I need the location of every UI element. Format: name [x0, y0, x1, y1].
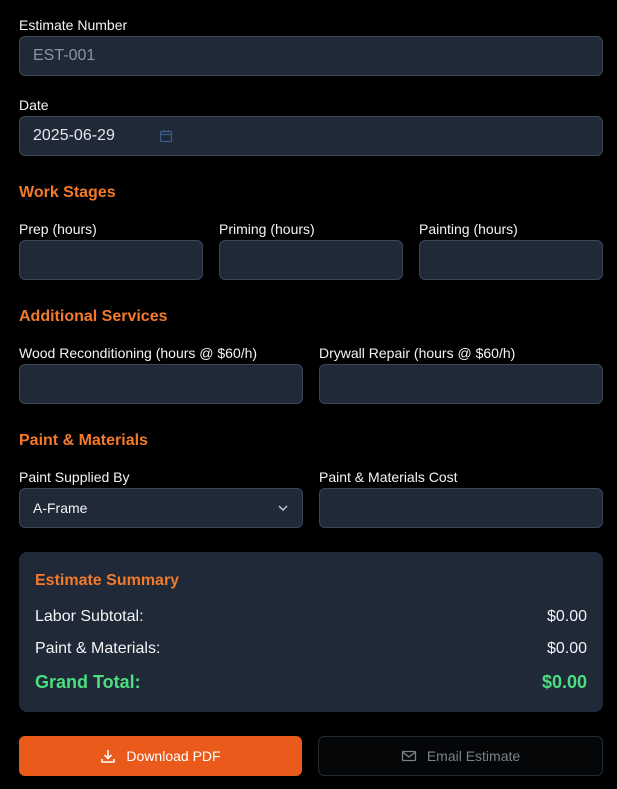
- estimate-summary-panel: Estimate Summary Labor Subtotal: $0.00 P…: [19, 552, 603, 712]
- estimate-number-input[interactable]: [19, 36, 603, 76]
- drywall-repair-input[interactable]: [319, 364, 603, 404]
- additional-services-title: Additional Services: [19, 308, 168, 325]
- download-pdf-button[interactable]: Download PDF: [19, 736, 302, 776]
- mail-icon: [401, 750, 416, 762]
- estimate-number-label: Estimate Number: [19, 17, 128, 33]
- paint-materials-cost-label: Paint & Materials Cost: [319, 469, 458, 485]
- painting-hours-input[interactable]: [419, 240, 603, 280]
- wood-reconditioning-input[interactable]: [19, 364, 303, 404]
- date-field[interactable]: [19, 116, 603, 156]
- email-estimate-button[interactable]: Email Estimate: [318, 736, 603, 776]
- paint-materials-row: Paint & Materials: $0.00: [35, 640, 587, 658]
- date-label: Date: [19, 97, 49, 113]
- labor-subtotal-value: $0.00: [546, 608, 587, 625]
- paint-materials-summary-value: $0.00: [546, 640, 587, 657]
- paint-supplied-by-value: A-Frame: [33, 500, 88, 516]
- drywall-repair-label: Drywall Repair (hours @ $60/h): [319, 345, 516, 361]
- priming-hours-input[interactable]: [219, 240, 403, 280]
- download-icon: [101, 750, 116, 763]
- prep-hours-input[interactable]: [19, 240, 203, 280]
- paint-materials-summary-label: Paint & Materials:: [35, 640, 161, 657]
- wood-reconditioning-label: Wood Reconditioning (hours @ $60/h): [19, 345, 258, 361]
- grand-total-value: $0.00: [541, 672, 587, 692]
- estimate-form: Estimate Number Date Work Stages Prep (h…: [0, 0, 617, 789]
- paint-materials-cost-input[interactable]: [319, 488, 603, 528]
- email-estimate-label: Email Estimate: [426, 748, 521, 764]
- labor-subtotal-row: Labor Subtotal: $0.00: [35, 608, 587, 626]
- priming-hours-label: Priming (hours): [219, 221, 315, 237]
- labor-subtotal-label: Labor Subtotal:: [35, 608, 144, 625]
- calendar-icon[interactable]: [159, 129, 173, 143]
- grand-total-row: Grand Total: $0.00: [35, 672, 587, 693]
- work-stages-title: Work Stages: [19, 184, 116, 201]
- paint-materials-title: Paint & Materials: [19, 432, 148, 449]
- estimate-summary-title: Estimate Summary: [35, 572, 180, 589]
- date-input[interactable]: [19, 116, 603, 156]
- painting-hours-label: Painting (hours): [419, 221, 518, 237]
- chevron-down-icon: [278, 505, 288, 511]
- paint-supplied-by-select[interactable]: A-Frame: [19, 488, 303, 528]
- prep-hours-label: Prep (hours): [19, 221, 97, 237]
- paint-supplied-by-label: Paint Supplied By: [19, 469, 130, 485]
- download-pdf-label: Download PDF: [126, 748, 221, 764]
- grand-total-label: Grand Total:: [35, 672, 141, 692]
